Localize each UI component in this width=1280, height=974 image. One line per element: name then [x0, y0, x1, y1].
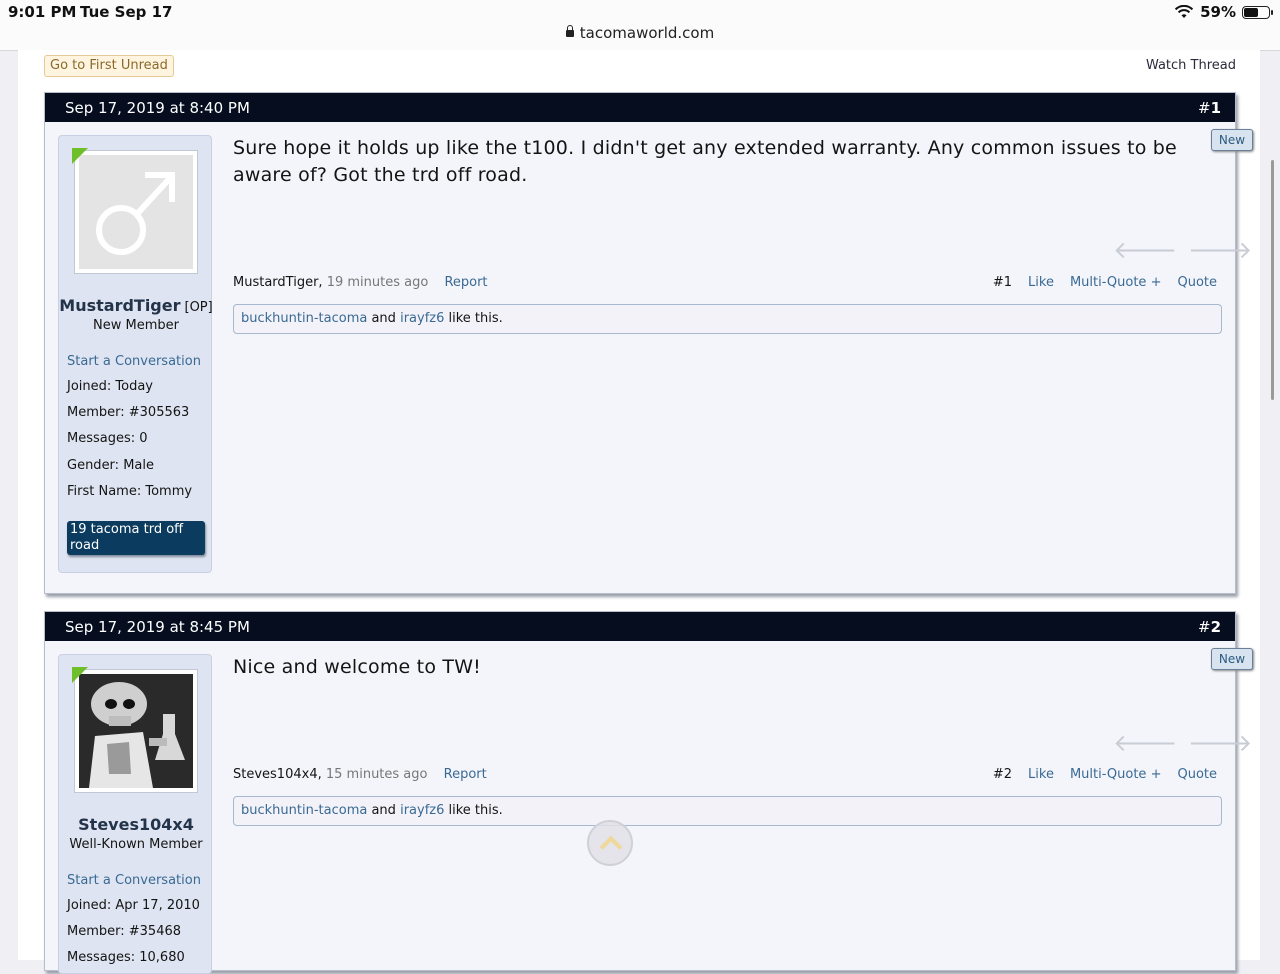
status-date: Tue Sep 17 — [80, 3, 173, 21]
liker-link[interactable]: irayfz6 — [400, 803, 444, 818]
liker-link[interactable]: buckhuntin-tacoma — [241, 311, 367, 326]
avatar-photo — [79, 674, 193, 788]
like-button[interactable]: Like — [1028, 275, 1054, 290]
online-indicator — [72, 148, 88, 164]
likes-and: and — [371, 311, 396, 326]
start-conversation-link[interactable]: Start a Conversation — [67, 873, 201, 888]
likes-suffix: like this. — [448, 311, 503, 326]
member-info: Member: #35468 — [67, 924, 182, 939]
message-body: Nice and welcome to TW! — [233, 654, 481, 681]
messages-info: Messages: 10,680 — [67, 950, 185, 965]
post-permalink[interactable]: #2 — [993, 767, 1012, 782]
op-tag: [OP] — [184, 300, 213, 315]
post-header: Sep 17, 2019 at 8:40 PM #1 — [45, 93, 1235, 122]
watch-thread-link[interactable]: Watch Thread — [1146, 58, 1236, 73]
vehicle-badge: 19 tacoma trd off road — [67, 521, 205, 555]
new-tag: New — [1211, 648, 1253, 670]
status-time: 9:01 PM — [8, 3, 77, 21]
liker-link[interactable]: buckhuntin-tacoma — [241, 803, 367, 818]
arrow-left-icon[interactable]: 🡐 — [1113, 235, 1177, 264]
start-conversation-link[interactable]: Start a Conversation — [67, 354, 201, 369]
joined-info: Joined: Apr 17, 2010 — [67, 898, 200, 913]
post-number-value: 2 — [1210, 618, 1221, 636]
new-tag: New — [1211, 129, 1253, 151]
first-name-info: First Name: Tommy — [67, 484, 193, 499]
username-text: MustardTiger — [59, 296, 181, 315]
message-line: aware of? Got the trd off road. — [233, 164, 528, 186]
multi-quote-button[interactable]: Multi-Quote + — [1070, 275, 1162, 290]
wifi-icon — [1174, 5, 1194, 18]
scrollbar[interactable] — [1271, 160, 1274, 400]
battery-percent: 59% — [1200, 3, 1236, 21]
post-2: Sep 17, 2019 at 8:45 PM #2 New Steves104… — [44, 611, 1253, 974]
member-info: Member: #305563 — [67, 405, 190, 420]
quote-button[interactable]: Quote — [1177, 767, 1217, 782]
report-link[interactable]: Report — [444, 767, 487, 782]
meta-username[interactable]: MustardTiger, — [233, 275, 323, 290]
message-line: Sure hope it holds up like the t100. I d… — [233, 137, 1177, 159]
url-text: tacomaworld.com — [579, 24, 715, 42]
user-panel: MustardTiger [OP] New Member Start a Conv… — [58, 135, 213, 573]
address-bar[interactable]: tacomaworld.com — [0, 24, 1280, 42]
user-title: New Member — [93, 318, 179, 333]
likes-summary: buckhuntin-tacoma and irayfz6 like this. — [233, 796, 1222, 826]
meta-username[interactable]: Steves104x4, — [233, 767, 322, 782]
arrow-right-icon[interactable]: 🡒 — [1188, 728, 1252, 757]
post-actions: #1 Like Multi-Quote + Quote — [993, 275, 1217, 290]
scroll-to-top-button[interactable] — [587, 820, 633, 866]
like-button[interactable]: Like — [1028, 767, 1054, 782]
go-to-first-unread-button[interactable]: Go to First Unread — [44, 55, 174, 77]
post-date: Sep 17, 2019 at 8:40 PM — [65, 99, 250, 117]
post-1: Sep 17, 2019 at 8:40 PM #1 New MustardTi… — [44, 92, 1253, 594]
username[interactable]: Steves104x4 — [59, 815, 213, 834]
skeleton-scientist-image — [79, 674, 193, 788]
quote-button[interactable]: Quote — [1177, 275, 1217, 290]
meta-time: 19 minutes ago — [326, 275, 429, 290]
likes-summary: buckhuntin-tacoma and irayfz6 like this. — [233, 304, 1222, 334]
gender-info: Gender: Male — [67, 458, 154, 473]
multi-quote-button[interactable]: Multi-Quote + — [1070, 767, 1162, 782]
joined-info: Joined: Today — [67, 379, 153, 394]
post-number-prefix: # — [1197, 99, 1211, 117]
likes-suffix: like this. — [448, 803, 503, 818]
post-meta: MustardTiger, 19 minutes ago Report — [233, 275, 488, 290]
status-right: 59% — [1174, 3, 1273, 21]
default-avatar-male — [79, 155, 193, 269]
message-body: Sure hope it holds up like the t100. I d… — [233, 135, 1177, 189]
post-number-value: 1 — [1210, 99, 1221, 117]
liker-link[interactable]: irayfz6 — [400, 311, 444, 326]
online-indicator — [72, 667, 88, 683]
arrow-right-icon[interactable]: 🡒 — [1188, 235, 1252, 264]
post-header: Sep 17, 2019 at 8:45 PM #2 — [45, 612, 1235, 641]
user-panel: Steves104x4 Well-Known Member Start a Co… — [58, 654, 212, 974]
messages-info: Messages: 0 — [67, 431, 148, 446]
likes-and: and — [371, 803, 396, 818]
meta-time: 15 minutes ago — [325, 767, 428, 782]
username[interactable]: MustardTiger [OP] — [59, 296, 213, 315]
lock-icon — [565, 25, 574, 37]
message-line: Nice and welcome to TW! — [233, 656, 481, 678]
post-permalink[interactable]: #1 — [993, 275, 1012, 290]
avatar[interactable] — [72, 667, 198, 793]
report-link[interactable]: Report — [444, 275, 487, 290]
avatar[interactable] — [72, 148, 198, 274]
post-number[interactable]: #1 — [1198, 99, 1221, 117]
post-meta: Steves104x4, 15 minutes ago Report — [233, 767, 487, 782]
status-bar: 9:01 PM Tue Sep 17 59% tacomaworld.com — [0, 0, 1280, 51]
arrow-left-icon[interactable]: 🡐 — [1113, 728, 1177, 757]
post-actions: #2 Like Multi-Quote + Quote — [993, 767, 1217, 782]
user-title: Well-Known Member — [69, 837, 203, 852]
male-symbol-icon — [96, 172, 175, 255]
post-number-prefix: # — [1197, 618, 1211, 636]
battery-icon — [1242, 5, 1273, 19]
post-number[interactable]: #2 — [1198, 618, 1221, 636]
post-date: Sep 17, 2019 at 8:45 PM — [65, 618, 250, 636]
